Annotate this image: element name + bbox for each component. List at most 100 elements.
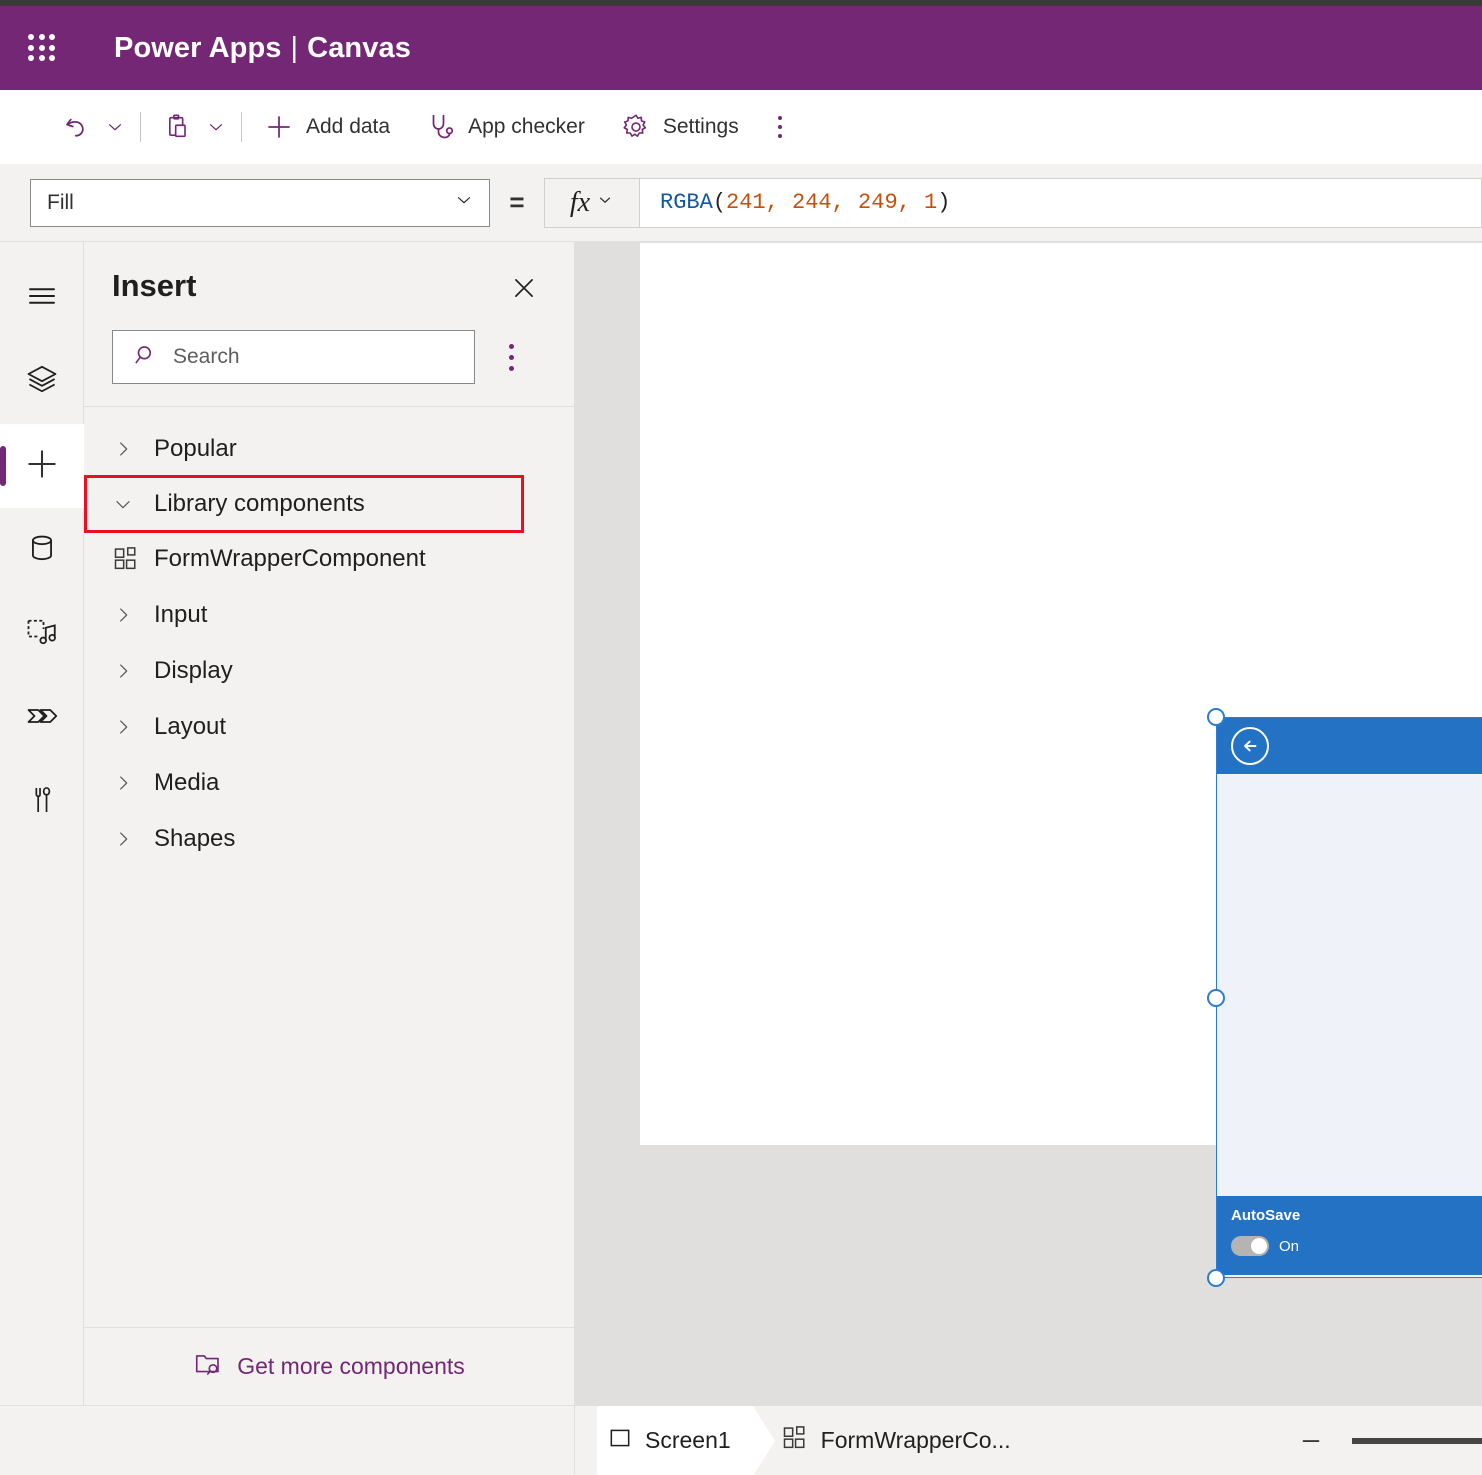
formula-bar-row: Fill = fx RGBA(241, 244, 249, 1): [0, 164, 1482, 242]
settings-button[interactable]: Settings: [611, 104, 747, 150]
minus-icon[interactable]: [1294, 1424, 1328, 1458]
tree-group-media[interactable]: Media: [84, 755, 574, 811]
app-checker-label: App checker: [468, 115, 585, 139]
autosave-toggle[interactable]: [1231, 1236, 1269, 1256]
autosave-label: AutoSave: [1231, 1207, 1300, 1224]
get-more-components-button[interactable]: Get more components: [84, 1327, 574, 1405]
resize-handle-top-left[interactable]: [1207, 708, 1225, 726]
gear-icon: [619, 110, 653, 144]
canvas-area[interactable]: Cancel Submit AutoSave On Created Date: [575, 242, 1482, 1405]
insert-panel-header: Insert: [84, 242, 574, 308]
power-apps-studio: Power Apps|Canvas: [0, 0, 1482, 1475]
chevron-right-icon: [112, 438, 154, 460]
toolbar-divider: [140, 112, 141, 142]
list-item-formwrappercomponent[interactable]: FormWrapperComponent: [84, 531, 574, 587]
plus-icon: [23, 445, 61, 488]
media-icon: [24, 614, 60, 655]
component-form-body: Cancel Submit: [1217, 774, 1482, 1196]
back-arrow-icon[interactable]: [1231, 727, 1269, 765]
undo-arrow-icon: [60, 110, 94, 144]
title-bar: Power Apps|Canvas: [0, 6, 1482, 90]
chevron-right-icon: [112, 772, 154, 794]
paste-button[interactable]: [153, 104, 203, 150]
component-grid-icon: [781, 1424, 809, 1458]
chevron-right-icon: [112, 828, 154, 850]
fx-label: fx: [570, 187, 590, 219]
selected-component[interactable]: Cancel Submit AutoSave On Created Date: [1216, 717, 1482, 1278]
formula-function-name: RGBA: [660, 190, 713, 215]
search-input[interactable]: [173, 345, 423, 369]
tree-group-label: Media: [154, 769, 219, 797]
resize-handle-bottom-left[interactable]: [1207, 1269, 1225, 1287]
sidebar-item-media[interactable]: [0, 592, 84, 676]
breadcrumb: Screen1 FormWrapperCo...: [575, 1406, 1482, 1475]
stethoscope-icon: [424, 110, 458, 144]
insert-panel-overflow-button[interactable]: [489, 335, 533, 379]
chevron-right-icon: [112, 716, 154, 738]
zoom-controls: [1294, 1406, 1482, 1475]
formula-input[interactable]: RGBA(241, 244, 249, 1): [640, 178, 1482, 228]
breadcrumb-component-label: FormWrapperCo...: [821, 1427, 1011, 1454]
search-box[interactable]: [112, 330, 475, 384]
insert-panel: Insert: [84, 242, 575, 1405]
sidebar-item-advanced-tools[interactable]: [0, 760, 84, 844]
left-rail: [0, 242, 84, 1405]
chevron-right-icon: [112, 660, 154, 682]
equals-sign: =: [490, 187, 544, 218]
status-bar-rail-spacer: [0, 1406, 84, 1475]
clipboard-icon: [161, 110, 195, 144]
tree-group-layout[interactable]: Layout: [84, 699, 574, 755]
tree-group-popular[interactable]: Popular: [84, 421, 574, 477]
tree-group-display[interactable]: Display: [84, 643, 574, 699]
zoom-slider[interactable]: [1352, 1438, 1482, 1444]
tree-group-shapes[interactable]: Shapes: [84, 811, 574, 867]
waffle-grid-icon[interactable]: [22, 28, 62, 68]
undo-button[interactable]: [52, 104, 102, 150]
autosave-field: AutoSave On: [1231, 1207, 1300, 1275]
flow-icon: [24, 698, 60, 739]
product-name: Power Apps: [114, 32, 282, 64]
formula-open-paren: (: [713, 190, 726, 215]
plus-icon: [262, 110, 296, 144]
sidebar-item-data[interactable]: [0, 508, 84, 592]
chevron-down-icon: [453, 189, 475, 217]
page-title: Power Apps|Canvas: [114, 32, 411, 65]
app-type-name: Canvas: [307, 32, 411, 64]
paste-dropdown-button[interactable]: [203, 114, 229, 140]
breadcrumb-screen1[interactable]: Screen1: [597, 1406, 753, 1475]
property-select[interactable]: Fill: [30, 179, 490, 227]
screen-rect-icon: [607, 1425, 633, 1457]
close-icon[interactable]: [504, 268, 544, 308]
add-data-button[interactable]: Add data: [254, 104, 398, 150]
sidebar-item-tree-view[interactable]: [0, 340, 84, 424]
autosave-state-label: On: [1279, 1238, 1299, 1255]
insert-search-row: [84, 308, 574, 384]
tree-group-label: Input: [154, 601, 207, 629]
formula-arguments: 241, 244, 249, 1: [726, 190, 937, 215]
tree-group-label: Shapes: [154, 825, 235, 853]
app-checker-button[interactable]: App checker: [416, 104, 593, 150]
sidebar-item-power-automate[interactable]: [0, 676, 84, 760]
fx-button[interactable]: fx: [544, 178, 640, 228]
breadcrumb-component[interactable]: FormWrapperCo...: [771, 1406, 1033, 1475]
toolbar-overflow-button[interactable]: [763, 110, 797, 144]
tree-group-input[interactable]: Input: [84, 587, 574, 643]
resize-handle-middle-left[interactable]: [1207, 989, 1225, 1007]
property-select-value: Fill: [47, 191, 74, 215]
autosave-toggle-row: On: [1231, 1236, 1300, 1256]
database-icon: [25, 531, 59, 570]
settings-label: Settings: [663, 115, 739, 139]
toolbar-divider-2: [241, 112, 242, 142]
sidebar-item-menu-hamburger[interactable]: [0, 256, 84, 340]
sidebar-item-insert[interactable]: [0, 424, 84, 508]
undo-dropdown-button[interactable]: [102, 114, 128, 140]
tree-group-label: Display: [154, 657, 233, 685]
insert-category-tree: Popular Library components: [84, 407, 574, 1327]
tree-group-library-components[interactable]: Library components: [86, 477, 522, 531]
hamburger-icon: [24, 278, 60, 319]
tree-group-label: Layout: [154, 713, 226, 741]
insert-panel-title: Insert: [112, 268, 196, 304]
chevron-right-icon: [112, 604, 154, 626]
tree-group-label: Library components: [154, 490, 365, 518]
status-bar: Screen1 FormWrapperCo...: [0, 1405, 1482, 1475]
